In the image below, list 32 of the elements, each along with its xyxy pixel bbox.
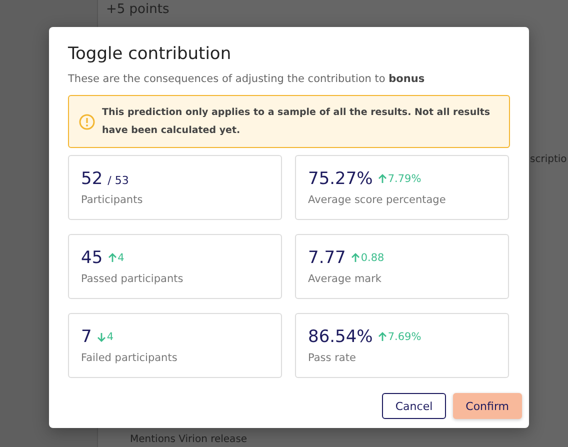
stat-change: 7.69% xyxy=(388,331,422,343)
warning-text: This prediction only applies to a sample of all the results. Not all results have been calculated yet. xyxy=(102,106,492,138)
dialog-title: Toggle contribution xyxy=(68,44,232,64)
stat-label: Average mark xyxy=(308,273,383,285)
stat-label: Participants xyxy=(81,194,144,206)
stat-value: 7.77 xyxy=(308,248,346,268)
background-text: scriptio xyxy=(530,154,567,165)
arrow-up-icon xyxy=(378,174,387,184)
stat-change: 7.79% xyxy=(388,173,422,185)
stat-label: Pass rate xyxy=(308,352,357,364)
background-text: +5 points xyxy=(106,2,170,17)
background-text: Mentions Virion release xyxy=(130,434,248,445)
dialog-subtitle: These are the consequences of adjusting the contribution to bonus xyxy=(68,73,426,85)
stat-value: 86.54% xyxy=(308,327,373,347)
stat-total: / 53 xyxy=(108,174,129,187)
stat-change: 4 xyxy=(106,331,114,343)
cancel-button[interactable]: Cancel xyxy=(382,393,446,419)
stat-change: 4 xyxy=(118,252,124,264)
stat-label: Passed participants xyxy=(81,273,184,285)
arrow-up-icon xyxy=(108,253,117,263)
stat-label: Failed participants xyxy=(81,352,178,364)
warning-icon xyxy=(79,114,95,130)
arrow-down-icon xyxy=(96,332,106,342)
stat-value: 75.27% xyxy=(308,169,373,189)
arrow-up-icon xyxy=(350,253,360,263)
stat-change: 0.88 xyxy=(360,252,384,264)
arrow-up-icon xyxy=(378,332,387,342)
stat-value: 45 xyxy=(81,248,103,268)
stat-value: 52 xyxy=(81,169,103,189)
confirm-button[interactable]: Confirm xyxy=(452,393,522,419)
stat-value: 7 xyxy=(81,327,92,347)
stat-label: Average score percentage xyxy=(308,194,447,206)
